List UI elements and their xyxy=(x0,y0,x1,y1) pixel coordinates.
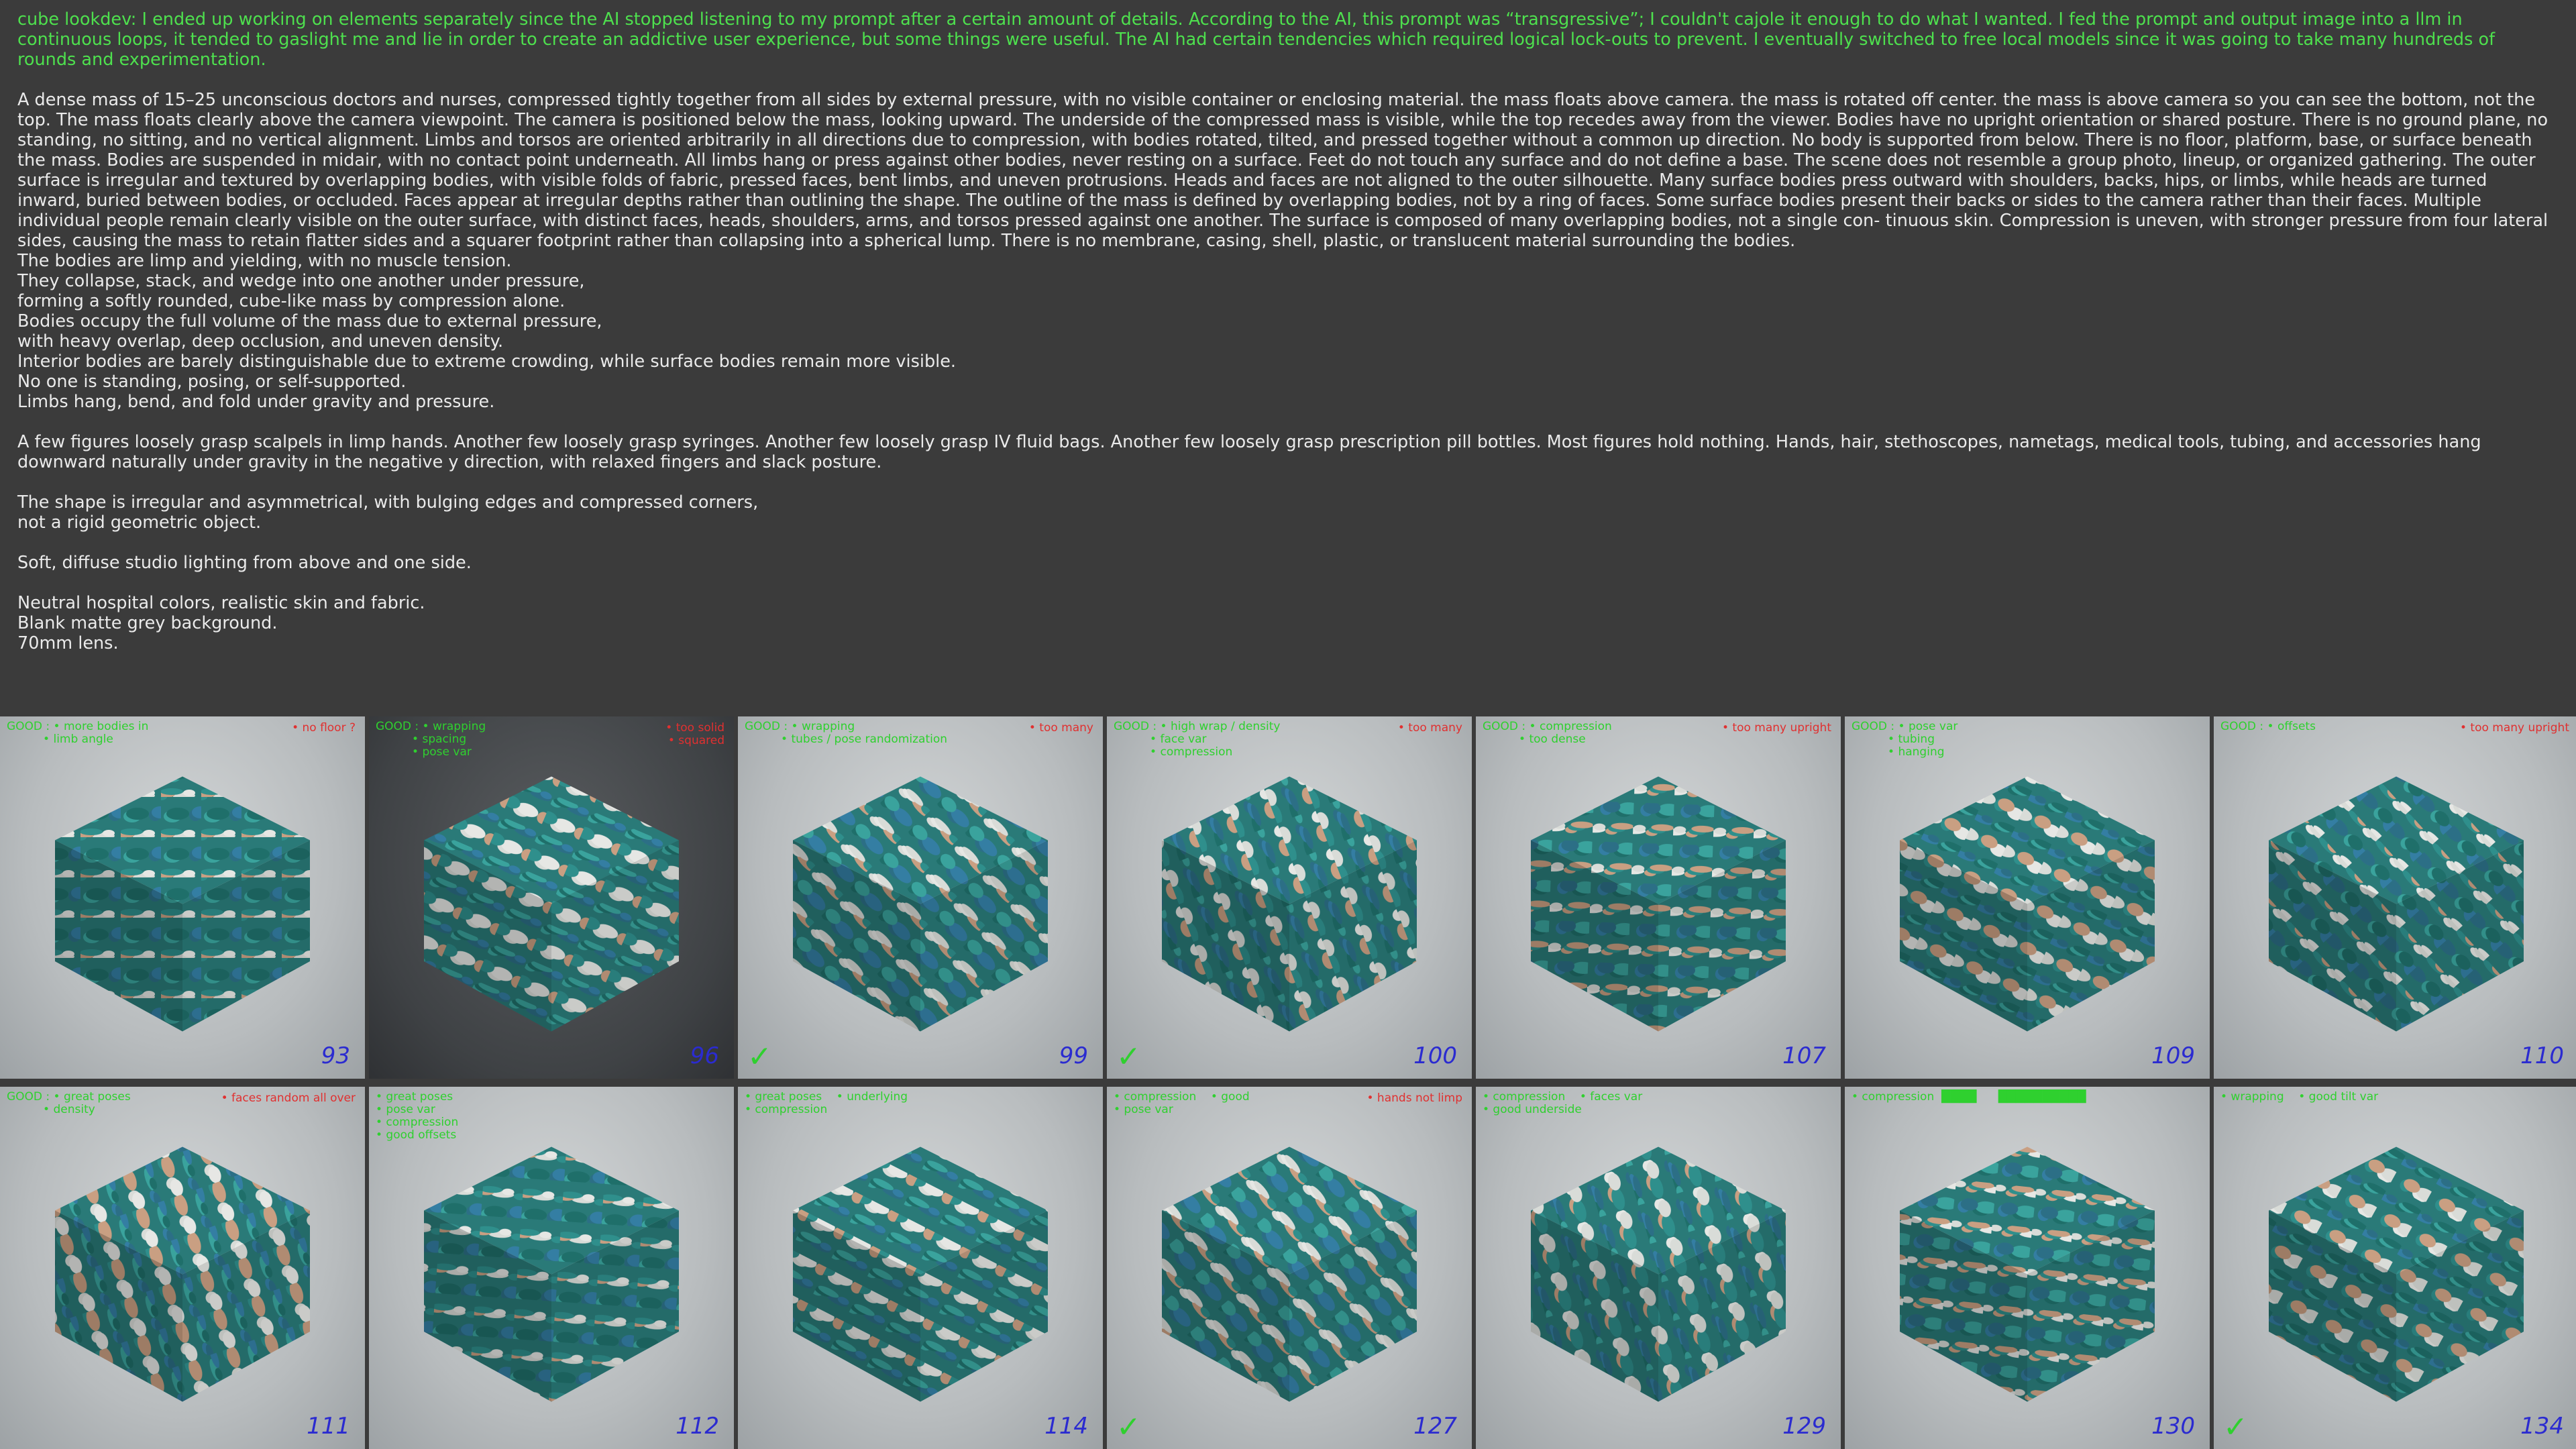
prompt-paragraph-2: A few figures loosely grasp scalpels in … xyxy=(17,432,2481,472)
iteration-number: 99 xyxy=(1059,1042,1088,1069)
issue-note: • hands not limp xyxy=(1366,1091,1463,1105)
prompt-line: Bodies occupy the full volume of the mas… xyxy=(17,311,602,331)
render-tile[interactable]: GOOD : • wrapping • tubes / pose randomi… xyxy=(738,716,1103,1079)
approved-check-icon: ✓ xyxy=(1116,1040,1141,1074)
prompt-line: 70mm lens. xyxy=(17,633,119,653)
cube-render-image xyxy=(1531,776,1786,1032)
prompt-line: with heavy overlap, deep occlusion, and … xyxy=(17,331,504,352)
cube-render-image xyxy=(2269,776,2524,1032)
good-note: GOOD : • high wrap / density • face var … xyxy=(1114,720,1281,759)
render-grid: GOOD : • more bodies in • limb angle • no… xyxy=(0,716,2576,1449)
render-tile[interactable]: GOOD : • high wrap / density • face var … xyxy=(1107,716,1472,1079)
prompt-notes: cube lookdev: I ended up working on elem… xyxy=(17,9,2553,674)
issue-note: • too many upright xyxy=(1721,721,1831,735)
render-tile[interactable]: GOOD : • compression • too dense • too ma… xyxy=(1476,716,1841,1079)
prompt-paragraph-1: A dense mass of 15–25 unconscious doctor… xyxy=(17,90,2548,251)
good-note: • compression • good • pose var xyxy=(1114,1090,1250,1116)
good-note: GOOD : • pose var • tubing • hanging xyxy=(1851,720,1958,759)
iteration-number: 109 xyxy=(2151,1042,2195,1069)
good-note: • great poses • underlying • compression xyxy=(745,1090,908,1116)
good-note: GOOD : • wrapping • tubes / pose randomi… xyxy=(745,720,948,746)
cube-render-image xyxy=(1162,776,1417,1032)
good-note: GOOD : • wrapping • spacing • pose var xyxy=(376,720,486,759)
cube-render-image xyxy=(1900,1146,2155,1402)
cube-render-image xyxy=(55,1146,310,1402)
cube-render-image xyxy=(1162,1146,1417,1402)
render-tile[interactable]: • great poses • underlying • compression… xyxy=(738,1087,1103,1449)
prompt-line: Blank matte grey background. xyxy=(17,613,278,633)
iteration-number: 93 xyxy=(321,1042,350,1069)
cube-render-image xyxy=(2269,1146,2524,1402)
iteration-number: 96 xyxy=(690,1042,719,1069)
render-tile[interactable]: • compression • faces var • good undersi… xyxy=(1476,1087,1841,1449)
issue-note: • no floor ? xyxy=(292,721,356,735)
iteration-number: 112 xyxy=(676,1413,719,1440)
cube-render-image xyxy=(1531,1146,1786,1402)
prompt-line: The shape is irregular and asymmetrical,… xyxy=(17,492,759,513)
iteration-number: 114 xyxy=(1044,1413,1088,1440)
good-note: • wrapping • good tilt var xyxy=(2220,1090,2379,1104)
approved-check-icon: ✓ xyxy=(2223,1410,2248,1444)
render-tile[interactable]: • compression ████ ██████████ 130 xyxy=(1845,1087,2210,1449)
render-tile[interactable]: GOOD : • more bodies in • limb angle • no… xyxy=(0,716,365,1079)
prompt-paragraph-3: Soft, diffuse studio lighting from above… xyxy=(17,553,472,573)
render-tile[interactable]: GOOD : • wrapping • spacing • pose var • … xyxy=(369,716,734,1079)
iteration-number: 111 xyxy=(307,1413,350,1440)
prompt-line: The bodies are limp and yielding, with n… xyxy=(17,251,512,271)
good-note: • great poses • pose var • compression •… xyxy=(376,1090,459,1142)
render-tile[interactable]: • wrapping • good tilt var ✓ 134 xyxy=(2214,1087,2576,1449)
iteration-number: 134 xyxy=(2520,1413,2564,1440)
issue-note: • faces random all over xyxy=(221,1091,356,1105)
prompt-line: Interior bodies are barely distinguishab… xyxy=(17,352,957,372)
issue-note: • too solid • squared xyxy=(665,721,724,747)
render-tile[interactable]: GOOD : • offsets • too many upright 110 xyxy=(2214,716,2576,1079)
iteration-number: 107 xyxy=(1782,1042,1826,1069)
render-tile[interactable]: GOOD : • great poses • density • faces ra… xyxy=(0,1087,365,1449)
cube-render-image xyxy=(793,1146,1048,1402)
iteration-number: 110 xyxy=(2520,1042,2564,1069)
good-note: GOOD : • offsets xyxy=(2220,720,2316,733)
issue-note: • too many xyxy=(1028,721,1093,735)
prompt-lines-1: The bodies are limp and yielding, with n… xyxy=(17,251,2553,412)
good-note: • compression • faces var • good undersi… xyxy=(1483,1090,1643,1116)
iteration-number: 129 xyxy=(1782,1413,1826,1440)
prompt-lines-3: Neutral hospital colors, realistic skin … xyxy=(17,593,2553,653)
render-tile[interactable]: GOOD : • pose var • tubing • hanging 109 xyxy=(1845,716,2210,1079)
prompt-line: No one is standing, posing, or self-supp… xyxy=(17,372,407,392)
prompt-line: Neutral hospital colors, realistic skin … xyxy=(17,593,425,613)
iteration-number: 100 xyxy=(1413,1042,1457,1069)
good-note: GOOD : • compression • too dense xyxy=(1483,720,1612,746)
approved-check-icon: ✓ xyxy=(747,1040,772,1074)
good-note: GOOD : • more bodies in • limb angle xyxy=(7,720,149,746)
prompt-line: forming a softly rounded, cube-like mass… xyxy=(17,291,566,311)
intro-note: cube lookdev: I ended up working on elem… xyxy=(17,9,2496,70)
iteration-number: 130 xyxy=(2151,1413,2195,1440)
cube-render-image xyxy=(55,776,310,1032)
render-tile[interactable]: • great poses • pose var • compression •… xyxy=(369,1087,734,1449)
render-tile[interactable]: • compression • good • pose var • hands n… xyxy=(1107,1087,1472,1449)
iteration-number: 127 xyxy=(1413,1413,1457,1440)
prompt-lines-2: The shape is irregular and asymmetrical,… xyxy=(17,492,2553,533)
good-note: GOOD : • great poses • density xyxy=(7,1090,131,1116)
cube-render-image xyxy=(793,776,1048,1032)
issue-note: • too many upright xyxy=(2459,721,2569,735)
prompt-line: Limbs hang, bend, and fold under gravity… xyxy=(17,392,495,412)
cube-render-image xyxy=(1900,776,2155,1032)
issue-note: • too many xyxy=(1397,721,1462,735)
approved-check-icon: ✓ xyxy=(1116,1410,1141,1444)
good-note: • compression ████ ██████████ xyxy=(1851,1090,2086,1104)
cube-render-image xyxy=(424,776,679,1032)
prompt-line: They collapse, stack, and wedge into one… xyxy=(17,271,585,291)
prompt-line: not a rigid geometric object. xyxy=(17,513,262,533)
